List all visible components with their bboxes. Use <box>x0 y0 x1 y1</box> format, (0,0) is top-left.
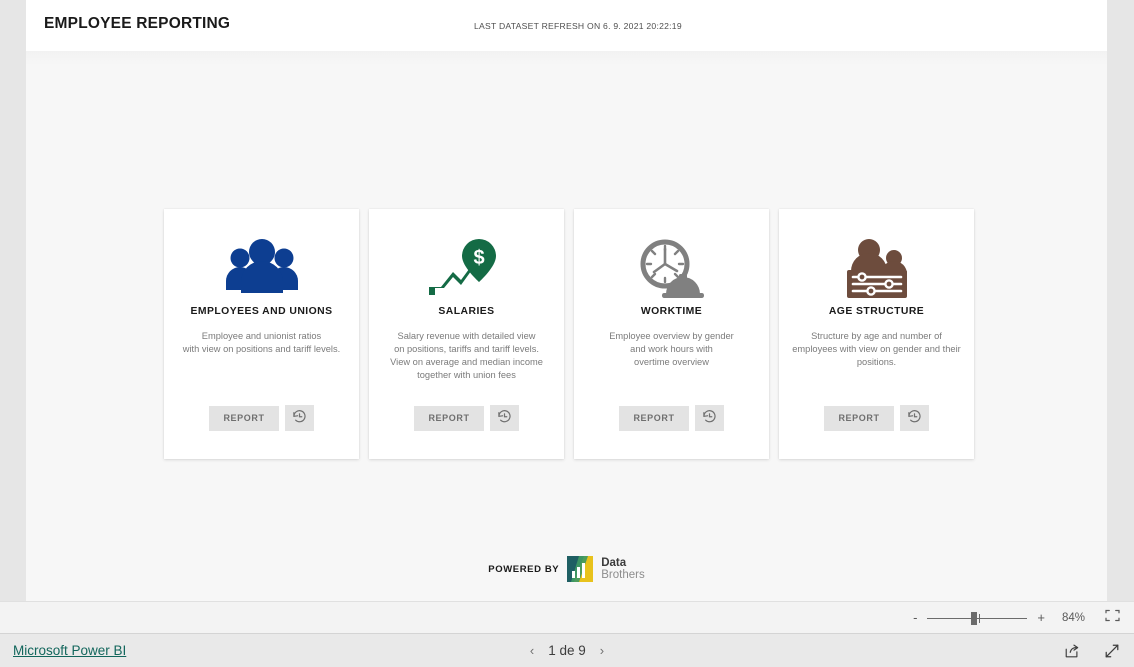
history-clock-icon <box>701 408 718 428</box>
zoom-in-button[interactable]: + <box>1037 611 1045 624</box>
report-header: EMPLOYEE REPORTING LAST DATASET REFRESH … <box>26 0 1107 51</box>
history-button[interactable] <box>489 405 519 431</box>
report-canvas: EMPLOYEE REPORTING LAST DATASET REFRESH … <box>26 0 1107 601</box>
share-icon[interactable] <box>1064 643 1080 659</box>
history-button[interactable] <box>284 405 314 431</box>
card-age-structure[interactable]: AGE STRUCTURE Structure by age and numbe… <box>779 209 974 459</box>
dataset-refresh-text: LAST DATASET REFRESH ON 6. 9. 2021 20:22… <box>474 21 682 31</box>
power-bi-report-viewer: EMPLOYEE REPORTING LAST DATASET REFRESH … <box>0 0 1134 667</box>
chevron-left-icon[interactable]: ‹ <box>530 643 534 658</box>
zoom-slider-tick <box>979 613 981 623</box>
bottom-status-bar: Microsoft Power BI ‹ 1 de 9 › <box>0 633 1134 667</box>
card-actions: REPORT <box>574 405 769 431</box>
powered-by-footer: POWERED BY Data Brothers <box>26 556 1107 582</box>
report-button[interactable]: REPORT <box>209 405 279 431</box>
card-description: Employee overview by gender and work hou… <box>609 331 734 367</box>
report-button[interactable]: REPORT <box>824 405 894 431</box>
zoom-slider-rail <box>927 617 1028 619</box>
zoom-slider-handle[interactable] <box>971 611 978 625</box>
powered-by-label: POWERED BY <box>488 563 560 575</box>
card-employees-and-unions[interactable]: EMPLOYEES AND UNIONS Employee and unioni… <box>164 209 359 459</box>
page-navigation: ‹ 1 de 9 › <box>0 643 1134 658</box>
report-body: EMPLOYEES AND UNIONS Employee and unioni… <box>26 51 1107 601</box>
fullscreen-icon[interactable] <box>1104 643 1120 659</box>
zoom-toolbar: - + 84% <box>0 601 1134 633</box>
report-button[interactable]: REPORT <box>619 405 689 431</box>
card-title: EMPLOYEES AND UNIONS <box>190 306 333 317</box>
card-actions: REPORT <box>164 405 359 431</box>
card-description: Structure by age and number of employees… <box>792 331 961 367</box>
card-actions: REPORT <box>369 405 564 431</box>
card-description: Salary revenue with detailed view on pos… <box>390 331 543 380</box>
history-button[interactable] <box>899 405 929 431</box>
card-title: SALARIES <box>438 306 495 317</box>
card-title: WORKTIME <box>640 306 703 317</box>
bar-chart-logo-icon <box>567 556 594 582</box>
history-button[interactable] <box>694 405 724 431</box>
svg-text:$: $ <box>473 247 484 269</box>
brand-line-1: Data <box>601 556 627 569</box>
chevron-right-icon[interactable]: › <box>600 643 604 658</box>
page-title: EMPLOYEE REPORTING <box>44 15 231 32</box>
people-controls-icon <box>779 229 974 309</box>
zoom-out-button[interactable]: - <box>913 611 917 624</box>
history-clock-icon <box>496 408 513 428</box>
page-indicator: 1 de 9 <box>548 643 586 658</box>
brand-line-2: Brothers <box>601 569 645 581</box>
clock-hardhat-icon <box>574 229 769 309</box>
zoom-level-label: 84% <box>1061 611 1085 624</box>
card-description: Employee and unionist ratios with view o… <box>182 331 341 354</box>
report-card-grid: EMPLOYEES AND UNIONS Employee and unioni… <box>164 209 974 459</box>
money-pin-growth-icon: $ <box>369 229 564 309</box>
card-worktime[interactable]: WORKTIME Employee overview by gender and… <box>574 209 769 459</box>
people-group-icon <box>164 229 359 309</box>
fit-to-page-icon[interactable] <box>1105 609 1120 627</box>
history-clock-icon <box>291 408 308 428</box>
card-title: AGE STRUCTURE <box>828 306 925 317</box>
card-actions: REPORT <box>779 405 974 431</box>
history-clock-icon <box>906 408 923 428</box>
brand-wordmark: Data Brothers <box>601 557 644 582</box>
card-salaries[interactable]: $ SALARIES Salary revenue with detailed … <box>369 209 564 459</box>
zoom-slider[interactable] <box>927 611 1028 625</box>
report-button[interactable]: REPORT <box>414 405 484 431</box>
bottom-right-actions <box>1064 643 1120 659</box>
